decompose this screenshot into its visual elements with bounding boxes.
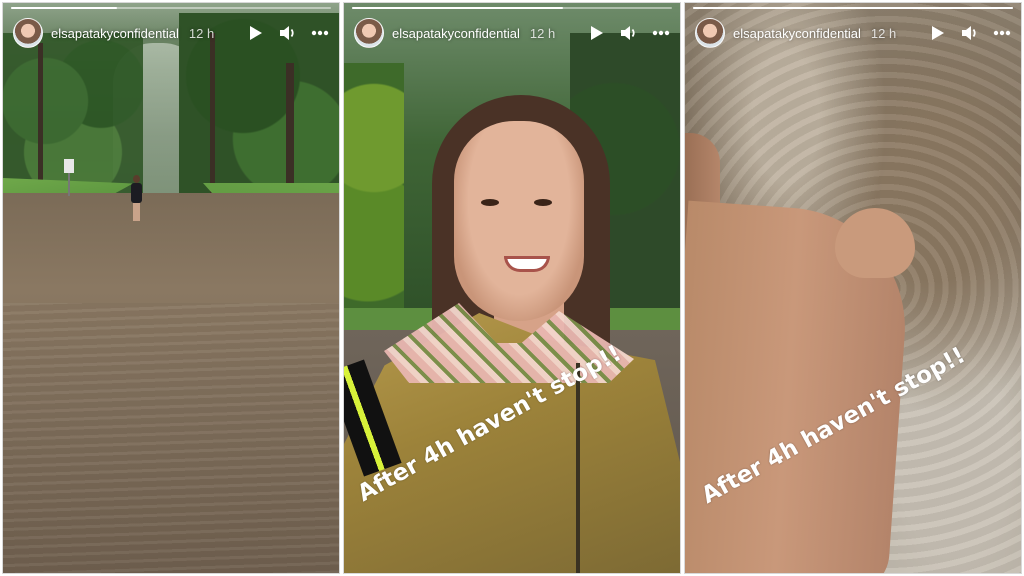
story-panel[interactable]: elsapatakyconfidential 12 h After 4h hav…: [343, 2, 681, 574]
play-icon[interactable]: [929, 24, 947, 42]
volume-icon[interactable]: [620, 24, 638, 42]
avatar[interactable]: [695, 18, 725, 48]
timestamp: 12 h: [529, 25, 556, 41]
story-progress-bar: [352, 7, 672, 9]
road-sign: [64, 159, 74, 173]
volume-icon[interactable]: [961, 24, 979, 42]
username[interactable]: elsapatakyconfidential: [733, 26, 861, 41]
volume-icon[interactable]: [279, 24, 297, 42]
story-header: elsapatakyconfidential 12 h: [695, 17, 1011, 49]
username[interactable]: elsapatakyconfidential: [392, 26, 520, 41]
more-options-icon[interactable]: [311, 24, 329, 42]
play-icon[interactable]: [588, 24, 606, 42]
story-progress-bar: [11, 7, 331, 9]
story-header: elsapatakyconfidential 12 h: [354, 17, 670, 49]
story-panel[interactable]: elsapatakyconfidential 12 h: [2, 2, 340, 574]
story-image-flooded-road: [3, 3, 339, 573]
person-in-flood: [130, 175, 142, 225]
story-header: elsapatakyconfidential 12 h: [13, 17, 329, 49]
story-progress-bar: [693, 7, 1013, 9]
avatar[interactable]: [13, 18, 43, 48]
play-icon[interactable]: [247, 24, 265, 42]
avatar[interactable]: [354, 18, 384, 48]
story-panel[interactable]: elsapatakyconfidential 12 h After 4h hav…: [684, 2, 1022, 574]
more-options-icon[interactable]: [993, 24, 1011, 42]
username[interactable]: elsapatakyconfidential: [51, 26, 179, 41]
more-options-icon[interactable]: [652, 24, 670, 42]
timestamp: 12 h: [188, 25, 215, 41]
timestamp: 12 h: [870, 25, 897, 41]
